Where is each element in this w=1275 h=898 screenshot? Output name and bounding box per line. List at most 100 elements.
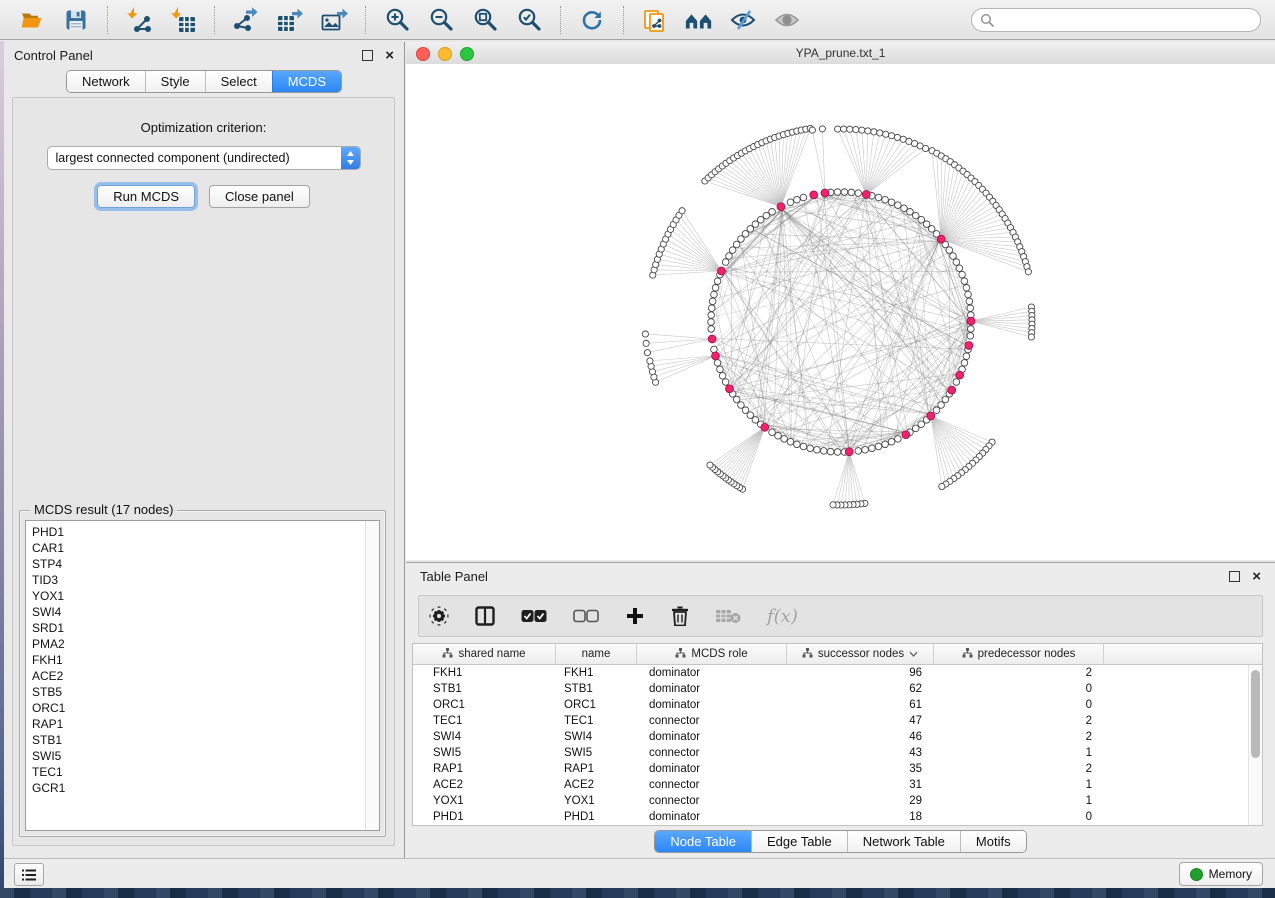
zoom-fit-icon[interactable]	[470, 5, 500, 35]
log-console-button[interactable]	[14, 863, 44, 886]
table-cell: SWI5	[556, 747, 637, 759]
table-tab-edge-table[interactable]: Edge Table	[751, 831, 847, 852]
table-tab-node-table[interactable]: Node Table	[655, 831, 751, 852]
table-scrollbar-thumb[interactable]	[1251, 670, 1260, 758]
column-header-predecessor-nodes[interactable]: predecessor nodes	[934, 644, 1104, 664]
close-window-icon[interactable]	[416, 47, 430, 61]
import-network-icon[interactable]	[124, 5, 154, 35]
table-cell: 31	[787, 779, 934, 791]
function-builder-icon[interactable]: f(x)	[767, 606, 798, 627]
close-table-panel-icon[interactable]: ×	[1252, 572, 1261, 581]
close-panel-button[interactable]: Close panel	[209, 185, 310, 208]
delete-columns-icon[interactable]	[671, 606, 689, 626]
memory-button[interactable]: Memory	[1179, 862, 1263, 886]
table-scrollbar[interactable]	[1248, 665, 1262, 825]
table-tab-motifs[interactable]: Motifs	[960, 831, 1026, 852]
refresh-layout-icon[interactable]	[577, 5, 607, 35]
delete-table-icon[interactable]	[715, 608, 741, 624]
table-row[interactable]: FKH1FKH1dominator962	[413, 665, 1249, 681]
table-cell: 1	[934, 747, 1104, 759]
result-list-item[interactable]: SRD1	[32, 620, 365, 636]
table-panel: Table Panel × f(x) shared namenameMCDS	[406, 562, 1275, 858]
zoom-in-icon[interactable]	[382, 5, 412, 35]
deselect-all-icon[interactable]	[573, 609, 599, 623]
add-column-icon[interactable]	[625, 606, 645, 626]
result-list-item[interactable]: CAR1	[32, 540, 365, 556]
float-table-panel-icon[interactable]	[1229, 571, 1240, 582]
column-header-successor-nodes[interactable]: successor nodes	[787, 644, 934, 664]
search-box[interactable]	[971, 8, 1261, 32]
import-table-icon[interactable]	[168, 5, 198, 35]
show-columns-icon[interactable]	[475, 606, 495, 626]
table-row[interactable]: TEC1TEC1connector472	[413, 713, 1249, 729]
column-header-shared-name[interactable]: shared name	[413, 644, 556, 664]
zoom-out-icon[interactable]	[426, 5, 456, 35]
list-icon	[22, 869, 36, 881]
export-network-icon[interactable]	[231, 5, 261, 35]
tab-network[interactable]: Network	[67, 71, 145, 92]
result-list-item[interactable]: TEC1	[32, 764, 365, 780]
table-cell: RAP1	[556, 763, 637, 775]
table-row[interactable]: PHD1PHD1dominator180	[413, 809, 1249, 825]
tab-style[interactable]: Style	[145, 71, 205, 92]
result-list-item[interactable]: STB5	[32, 684, 365, 700]
node-table: shared namenameMCDS rolesuccessor nodesp…	[412, 643, 1263, 826]
float-window-icon[interactable]	[362, 50, 373, 61]
result-list-item[interactable]: ACE2	[32, 668, 365, 684]
table-cell: 61	[787, 699, 934, 711]
run-mcds-button[interactable]: Run MCDS	[97, 185, 195, 208]
memory-status-dot	[1190, 868, 1203, 881]
table-cell: dominator	[637, 763, 787, 775]
table-cell: 96	[787, 667, 934, 679]
select-all-icon[interactable]	[521, 609, 547, 623]
minimize-window-icon[interactable]	[438, 47, 452, 61]
result-list-item[interactable]: PMA2	[32, 636, 365, 652]
mcds-result-list[interactable]: PHD1CAR1STP4TID3YOX1SWI4SRD1PMA2FKH1ACE2…	[25, 520, 380, 831]
table-row[interactable]: YOX1YOX1connector291	[413, 793, 1249, 809]
result-list-item[interactable]: STP4	[32, 556, 365, 572]
zoom-selected-icon[interactable]	[514, 5, 544, 35]
column-header-MCDS-role[interactable]: MCDS role	[637, 644, 787, 664]
search-input[interactable]	[1000, 12, 1252, 28]
export-table-icon[interactable]	[275, 5, 305, 35]
result-list-item[interactable]: GCR1	[32, 780, 365, 796]
result-list-item[interactable]: ORC1	[32, 700, 365, 716]
table-row[interactable]: SWI4SWI4dominator462	[413, 729, 1249, 745]
table-cell: 0	[934, 683, 1104, 695]
result-list-item[interactable]: YOX1	[32, 588, 365, 604]
result-list-item[interactable]: SWI4	[32, 604, 365, 620]
table-row[interactable]: ACE2ACE2connector311	[413, 777, 1249, 793]
table-cell: FKH1	[413, 667, 556, 679]
table-tab-network-table[interactable]: Network Table	[847, 831, 960, 852]
criterion-select[interactable]: largest connected component (undirected)	[47, 146, 361, 170]
save-session-icon[interactable]	[61, 5, 91, 35]
table-settings-icon[interactable]	[429, 606, 449, 626]
table-cell: 2	[934, 731, 1104, 743]
result-list-scrollbar[interactable]	[365, 521, 379, 830]
hide-selected-icon[interactable]	[728, 5, 758, 35]
result-list-item[interactable]: RAP1	[32, 716, 365, 732]
result-list-item[interactable]: TID3	[32, 572, 365, 588]
tab-mcds[interactable]: MCDS	[272, 71, 341, 92]
table-row[interactable]: ORC1ORC1dominator610	[413, 697, 1249, 713]
close-panel-icon[interactable]: ×	[385, 51, 394, 60]
select-stepper-icon	[341, 147, 360, 169]
first-neighbors-icon[interactable]	[684, 5, 714, 35]
table-row[interactable]: RAP1RAP1dominator352	[413, 761, 1249, 777]
tab-select[interactable]: Select	[205, 71, 272, 92]
show-all-icon[interactable]	[772, 5, 802, 35]
table-cell: 0	[934, 811, 1104, 823]
result-list-item[interactable]: SWI5	[32, 748, 365, 764]
result-list-item[interactable]: PHD1	[32, 524, 365, 540]
open-file-icon[interactable]	[17, 5, 47, 35]
new-network-from-selection-icon[interactable]	[640, 5, 670, 35]
result-list-item[interactable]: STB1	[32, 732, 365, 748]
column-header-name[interactable]: name	[556, 644, 637, 664]
table-row[interactable]: STB1STB1dominator620	[413, 681, 1249, 697]
maximize-window-icon[interactable]	[460, 47, 474, 61]
table-cell: FKH1	[556, 667, 637, 679]
export-image-icon[interactable]	[319, 5, 349, 35]
table-row[interactable]: SWI5SWI5connector431	[413, 745, 1249, 761]
network-canvas[interactable]	[406, 64, 1275, 560]
result-list-item[interactable]: FKH1	[32, 652, 365, 668]
